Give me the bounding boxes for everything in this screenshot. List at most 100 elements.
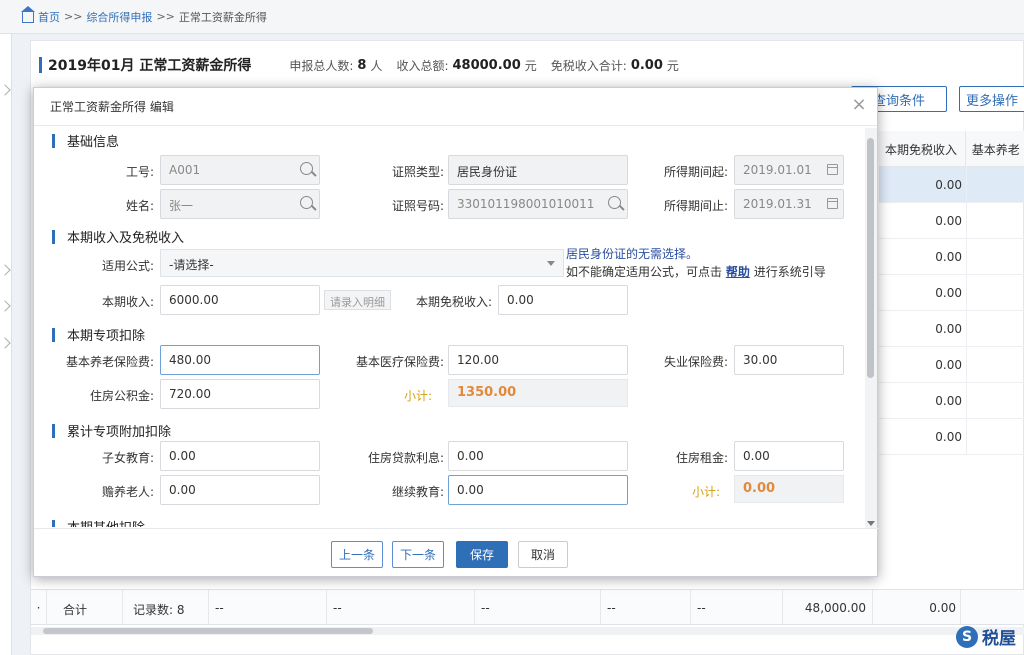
period-end-value: 2019.01.31 xyxy=(743,197,812,211)
section-marker xyxy=(52,133,55,148)
table-row[interactable]: 0.00 xyxy=(879,203,1024,239)
summary-header: 2019年01月 正常工资薪金所得 申报总人数: 8 人 收入总额: 48000… xyxy=(39,55,693,75)
table-row[interactable]: 0.00 xyxy=(879,383,1024,419)
calendar-icon[interactable] xyxy=(827,198,838,209)
unemployment-field[interactable]: 30.00 xyxy=(734,345,844,375)
section-marker xyxy=(52,519,55,527)
more-operations-button[interactable]: 更多操作 xyxy=(959,86,1024,112)
section-marker xyxy=(52,423,55,438)
chevron-icon[interactable] xyxy=(0,337,11,349)
dialog-body: 基础信息 工号: A001 证照类型: 居民身份证 所得期间起: 2019.01… xyxy=(34,127,879,527)
taxfree-total-label: 免税收入合计: xyxy=(550,58,627,73)
id-type-label: 证照类型: xyxy=(391,165,444,179)
prev-record-button[interactable]: 上一条 xyxy=(331,541,383,568)
housing-rent-field[interactable]: 0.00 xyxy=(734,441,844,471)
search-icon[interactable] xyxy=(608,196,621,209)
table-row[interactable]: 0.00 xyxy=(879,347,1024,383)
close-icon[interactable]: × xyxy=(851,96,867,114)
income-field[interactable]: 6000.00 xyxy=(160,285,320,315)
home-icon[interactable] xyxy=(21,6,35,23)
total-row-marker: · xyxy=(31,590,47,624)
logo-icon: S xyxy=(956,625,978,648)
period-start-label: 所得期间起: xyxy=(663,165,728,179)
scrollbar-thumb[interactable] xyxy=(867,138,874,378)
section-title: 本期专项扣除 xyxy=(67,329,146,344)
continuing-education-field[interactable]: 0.00 xyxy=(448,475,628,505)
period-end-field[interactable]: 2019.01.31 xyxy=(734,189,844,219)
cumulative-subtotal-label: 小计: xyxy=(692,485,721,499)
save-button[interactable]: 保存 xyxy=(456,541,508,568)
formula-help-hint: 如不能确定适用公式，可点击 帮助 进行系统引导 xyxy=(566,263,826,280)
section-cumulative-deduction: 累计专项附加扣除 xyxy=(52,421,171,440)
total-income-cell: 48,000.00 xyxy=(783,590,873,624)
chevron-icon[interactable] xyxy=(0,84,11,96)
table-row[interactable]: 0.00 xyxy=(879,167,1024,203)
table-row[interactable]: 0.00 xyxy=(879,311,1024,347)
section-basic-info: 基础信息 xyxy=(52,131,119,150)
dialog-scrollbar[interactable] xyxy=(865,128,877,528)
mortgage-interest-label: 住房贷款利息: xyxy=(367,451,444,465)
emp-no-field[interactable]: A001 xyxy=(160,155,320,185)
housing-fund-label: 住房公积金: xyxy=(89,389,154,403)
breadcrumb: 首页 >> 综合所得申报 >> 正常工资薪金所得 xyxy=(0,0,1024,34)
income-label: 本期收入: xyxy=(101,295,154,309)
formula-select[interactable]: -请选择- xyxy=(160,249,564,277)
section-income: 本期收入及免税收入 xyxy=(52,227,184,246)
elderly-support-field[interactable]: 0.00 xyxy=(160,475,320,505)
breadcrumb-separator: >> xyxy=(64,10,83,23)
breadcrumb-home[interactable]: 首页 xyxy=(38,9,60,25)
total-cell: -- xyxy=(601,590,691,624)
left-nav-edge xyxy=(0,34,12,655)
breadcrumb-comprehensive-income[interactable]: 综合所得申报 xyxy=(86,9,152,25)
total-label: 合计 xyxy=(47,590,123,624)
horizontal-scrollbar[interactable] xyxy=(31,627,1024,635)
chevron-icon[interactable] xyxy=(0,300,11,312)
next-record-button[interactable]: 下一条 xyxy=(392,541,444,568)
id-type-field[interactable]: 居民身份证 xyxy=(448,155,628,185)
taxfree-income-cell: 0.00 xyxy=(879,239,967,274)
taxfree-income-cell: 0.00 xyxy=(879,383,967,418)
section-title: 本期收入及免税收入 xyxy=(67,231,185,246)
column-header-pension[interactable]: 基本养老 xyxy=(966,131,1024,166)
section-other-deduction: 本期其他扣除 xyxy=(52,517,145,527)
search-icon[interactable] xyxy=(300,196,313,209)
section-title: 累计专项附加扣除 xyxy=(67,425,172,440)
chevron-down-icon[interactable] xyxy=(547,261,555,266)
formula-label: 适用公式: xyxy=(101,259,154,273)
name-field[interactable]: 张一 xyxy=(160,189,320,219)
special-subtotal-value: 1350.00 xyxy=(448,379,628,407)
calendar-icon[interactable] xyxy=(827,164,838,175)
section-marker xyxy=(39,57,42,73)
table-row[interactable]: 0.00 xyxy=(879,239,1024,275)
records-table: 本期免税收入 基本养老 0.00 0.00 0.00 0.00 0.00 0.00 0.00… xyxy=(879,131,1024,455)
mortgage-interest-field[interactable]: 0.00 xyxy=(448,441,628,471)
scroll-down-arrow-icon[interactable] xyxy=(867,521,875,526)
housing-fund-field[interactable]: 720.00 xyxy=(160,379,320,409)
logo-text: 税屋 xyxy=(982,629,1016,649)
cancel-button[interactable]: 取消 xyxy=(518,541,568,568)
pension-cell xyxy=(967,347,1024,382)
breadcrumb-current: 正常工资薪金所得 xyxy=(178,10,267,24)
section-marker xyxy=(52,327,55,342)
id-no-field[interactable]: 330101198001010011 xyxy=(448,189,628,219)
unemployment-label: 失业保险费: xyxy=(663,355,728,369)
period-start-field[interactable]: 2019.01.01 xyxy=(734,155,844,185)
chevron-icon[interactable] xyxy=(0,264,11,276)
taxfree-total-value: 0.00 xyxy=(630,57,663,73)
scrollbar-thumb[interactable] xyxy=(43,628,373,634)
children-education-field[interactable]: 0.00 xyxy=(160,441,320,471)
taxfree-total-unit: 元 xyxy=(666,58,679,73)
pension-field[interactable]: 480.00 xyxy=(160,345,320,375)
total-income-label: 收入总额: xyxy=(396,58,449,73)
id-no-label: 证照号码: xyxy=(391,199,444,213)
search-icon[interactable] xyxy=(300,162,313,175)
table-row[interactable]: 0.00 xyxy=(879,275,1024,311)
enter-detail-button[interactable]: 请录入明细 xyxy=(324,290,391,310)
elderly-support-label: 赡养老人: xyxy=(101,485,154,499)
medical-field[interactable]: 120.00 xyxy=(448,345,628,375)
taxfree-income-field[interactable]: 0.00 xyxy=(498,285,628,315)
hint-text: 进行系统引导 xyxy=(753,265,826,279)
help-link[interactable]: 帮助 xyxy=(726,265,750,279)
column-header-taxfree[interactable]: 本期免税收入 xyxy=(879,131,966,166)
table-row[interactable]: 0.00 xyxy=(879,419,1024,455)
